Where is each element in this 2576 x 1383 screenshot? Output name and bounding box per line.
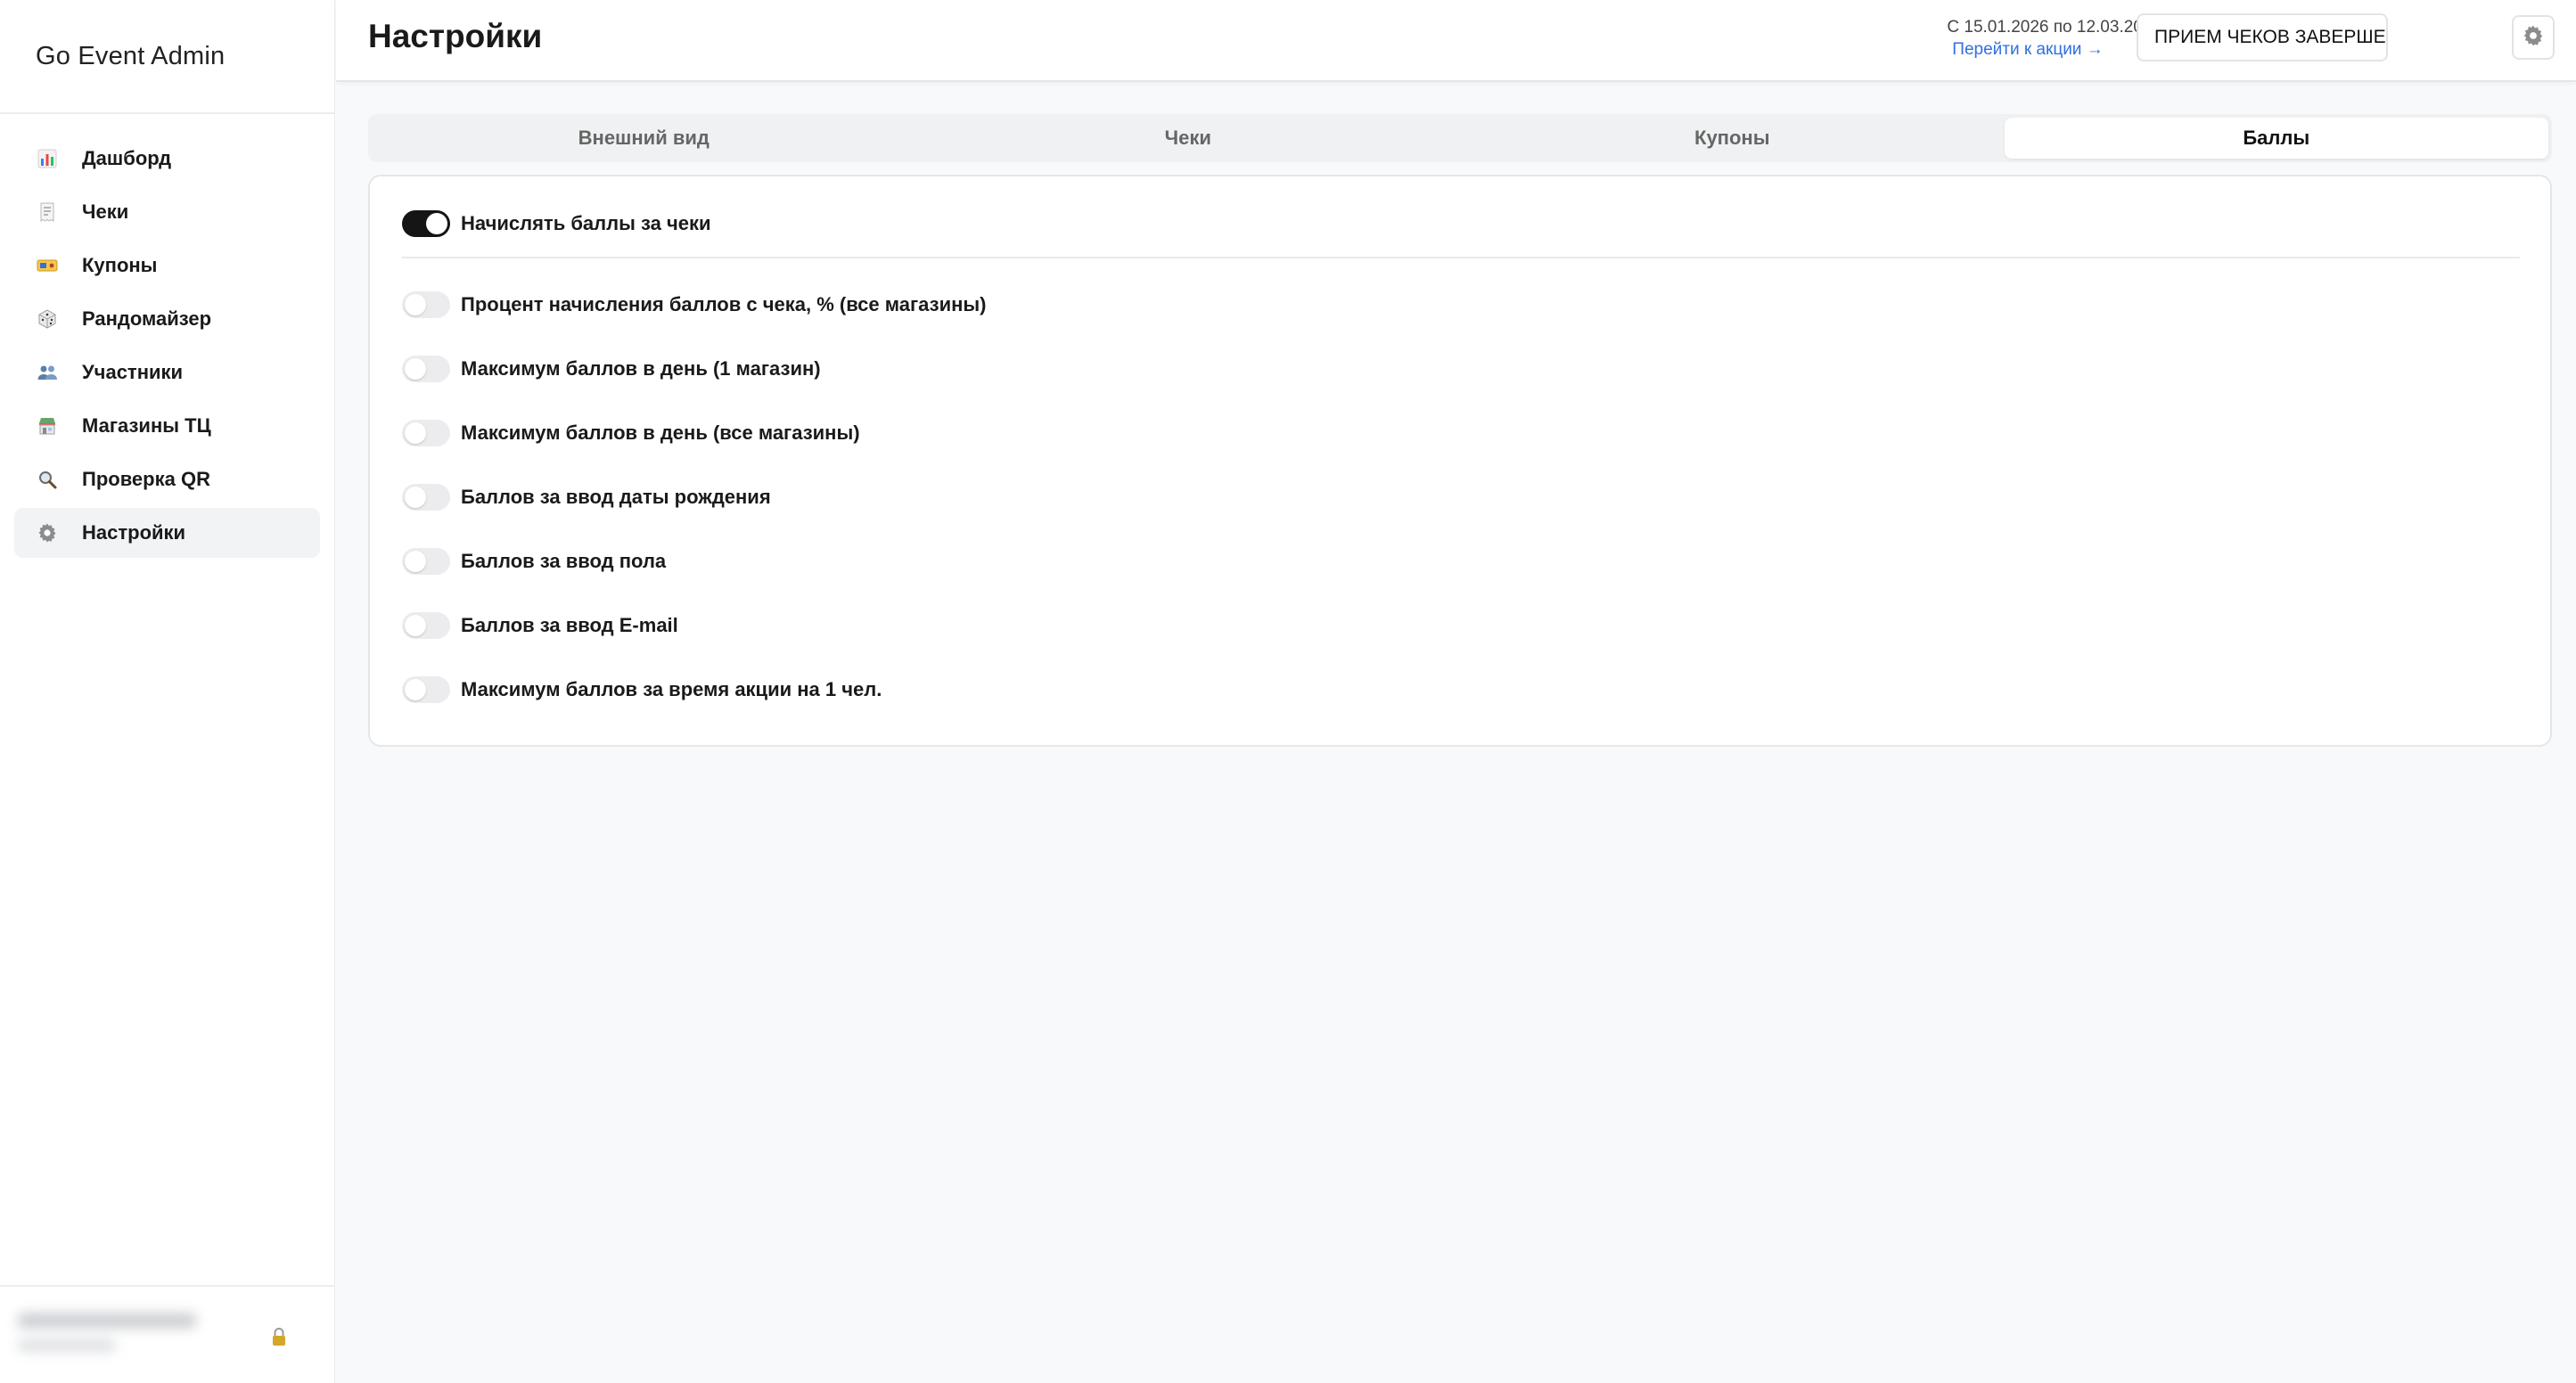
sidebar-item-label: Настройки <box>82 521 186 544</box>
users-icon <box>36 361 59 384</box>
setting-row-gender: Баллов за ввод пола <box>402 546 666 577</box>
birthdate-toggle[interactable] <box>402 484 450 511</box>
gender-toggle[interactable] <box>402 548 450 575</box>
receipt-icon <box>36 200 59 224</box>
divider <box>402 257 2520 258</box>
setting-row-birthdate: Баллов за ввод даты рождения <box>402 482 771 512</box>
settings-tabs: Внешний вид Чеки Купоны Баллы <box>368 114 2552 162</box>
sidebar-item-label: Проверка QR <box>82 468 210 490</box>
sidebar: Go Event Admin Дашборд Чеки Купоны Рандо… <box>0 0 335 1383</box>
setting-row-max-day-one-store: Максимум баллов в день (1 магазин) <box>402 354 821 384</box>
chart-icon <box>36 147 59 170</box>
sidebar-item-participants[interactable]: Участники <box>14 348 320 397</box>
sidebar-item-coupons[interactable]: Купоны <box>14 241 320 291</box>
sidebar-item-settings[interactable]: Настройки <box>14 508 320 558</box>
promo-period: С 15.01.2026 по 12.03.2026 <box>1947 18 2162 37</box>
user-info-blurred <box>18 1305 276 1367</box>
sidebar-nav: Дашборд Чеки Купоны Рандомайзер Участник… <box>0 114 334 558</box>
page-title: Настройки <box>368 18 543 54</box>
setting-label: Максимум баллов в день (1 магазин) <box>461 357 821 380</box>
tab-coupons[interactable]: Купоны <box>1460 118 2005 159</box>
settings-button[interactable] <box>2512 15 2555 60</box>
sidebar-item-stores[interactable]: Магазины ТЦ <box>14 401 320 451</box>
brand-title: Go Event Admin <box>0 0 334 114</box>
dice-icon <box>36 307 59 331</box>
setting-row-max-day-all-stores: Максимум баллов в день (все магазины) <box>402 418 860 448</box>
setting-row-email: Баллов за ввод E-mail <box>402 610 678 641</box>
gear-icon <box>36 521 59 544</box>
percent-toggle[interactable] <box>402 291 450 318</box>
go-to-promo-link[interactable]: Перейти к акции → <box>1903 40 2153 60</box>
receipts-status-button[interactable]: ПРИЕМ ЧЕКОВ ЗАВЕРШЕН! ЖДЕМ ВАС В СЛЕДУЮЩ… <box>2137 13 2388 61</box>
sidebar-item-label: Магазины ТЦ <box>82 414 211 437</box>
email-toggle[interactable] <box>402 612 450 639</box>
setting-label: Процент начисления баллов с чека, % (все… <box>461 293 987 315</box>
setting-label: Баллов за ввод пола <box>461 550 667 572</box>
setting-row-accrue-points: Начислять баллы за чеки <box>402 209 711 239</box>
sidebar-item-label: Чеки <box>82 200 129 223</box>
search-icon <box>36 468 59 491</box>
sidebar-footer <box>0 1285 335 1383</box>
setting-label: Баллов за ввод E-mail <box>461 614 678 636</box>
lock-icon[interactable] <box>271 1326 287 1347</box>
accrue-points-toggle[interactable] <box>402 210 450 237</box>
sidebar-item-dashboard[interactable]: Дашборд <box>14 134 320 184</box>
sidebar-item-qr-check[interactable]: Проверка QR <box>14 454 320 504</box>
sidebar-item-label: Дашборд <box>82 147 172 169</box>
points-settings-card: Начислять баллы за чеки Процент начислен… <box>368 175 2552 747</box>
tab-appearance[interactable]: Внешний вид <box>372 118 916 159</box>
sidebar-item-receipts[interactable]: Чеки <box>14 187 320 237</box>
setting-label: Баллов за ввод даты рождения <box>461 486 771 508</box>
sidebar-item-randomizer[interactable]: Рандомайзер <box>14 294 320 344</box>
max-day-all-stores-toggle[interactable] <box>402 420 450 446</box>
setting-label: Максимум баллов в день (все магазины) <box>461 421 860 444</box>
max-day-one-store-toggle[interactable] <box>402 356 450 382</box>
ticket-icon <box>36 254 59 277</box>
tab-receipts[interactable]: Чеки <box>916 118 1461 159</box>
gear-icon <box>2522 24 2545 52</box>
sidebar-item-label: Рандомайзер <box>82 307 212 330</box>
max-per-person-toggle[interactable] <box>402 676 450 703</box>
setting-label: Максимум баллов за время акции на 1 чел. <box>461 678 882 700</box>
store-icon <box>36 414 59 438</box>
sidebar-item-label: Участники <box>82 361 184 383</box>
setting-row-max-per-person: Максимум баллов за время акции на 1 чел. <box>402 675 882 705</box>
tab-points[interactable]: Баллы <box>2004 118 2548 159</box>
setting-label: Начислять баллы за чеки <box>461 212 711 234</box>
topbar: Настройки С 15.01.2026 по 12.03.2026 Пер… <box>336 0 2576 82</box>
setting-row-percent: Процент начисления баллов с чека, % (все… <box>402 290 987 320</box>
sidebar-item-label: Купоны <box>82 254 158 276</box>
